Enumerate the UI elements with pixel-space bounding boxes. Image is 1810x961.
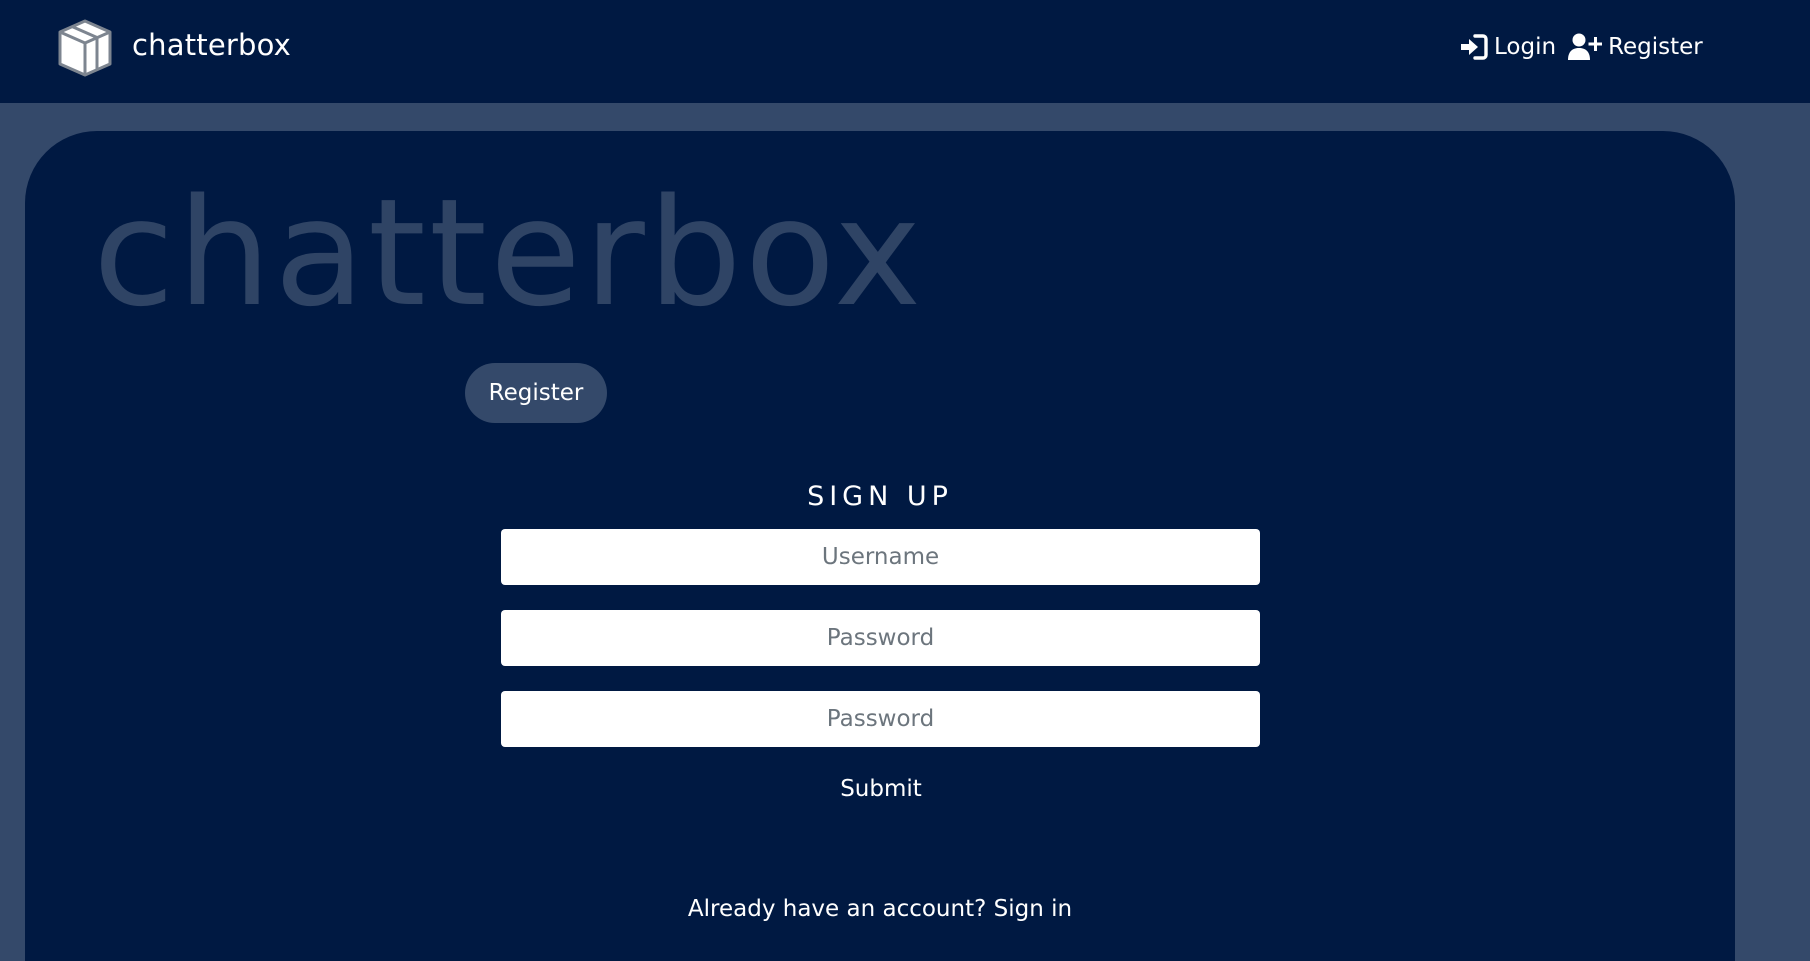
- cube-icon: [58, 19, 112, 77]
- top-navbar: chatterbox Login Register: [0, 0, 1810, 103]
- nav-login-link[interactable]: Login: [1460, 34, 1556, 60]
- form-title: SIGN UP: [807, 481, 953, 512]
- hero-watermark: chatterbox: [93, 167, 925, 339]
- signin-link[interactable]: Sign in: [994, 896, 1072, 922]
- nav-links: Login Register: [1460, 33, 1703, 61]
- password-input[interactable]: [501, 610, 1260, 666]
- signin-prompt: Already have an account? Sign in: [25, 896, 1735, 922]
- signin-prompt-text: Already have an account?: [687, 896, 994, 922]
- main-panel: chatterbox Register SIGN UP Submit Alrea…: [25, 131, 1735, 961]
- brand-link[interactable]: chatterbox: [55, 18, 291, 78]
- submit-button[interactable]: Submit: [801, 775, 961, 803]
- nav-register-link[interactable]: Register: [1568, 33, 1703, 61]
- register-pill-button[interactable]: Register: [465, 363, 607, 423]
- nav-login-label: Login: [1494, 34, 1557, 60]
- user-plus-icon: [1568, 33, 1603, 60]
- username-input[interactable]: [501, 529, 1260, 585]
- nav-register-label: Register: [1608, 34, 1703, 60]
- sign-in-icon: [1461, 34, 1488, 60]
- brand-name: chatterbox: [132, 28, 292, 62]
- confirm-password-input[interactable]: [501, 691, 1260, 747]
